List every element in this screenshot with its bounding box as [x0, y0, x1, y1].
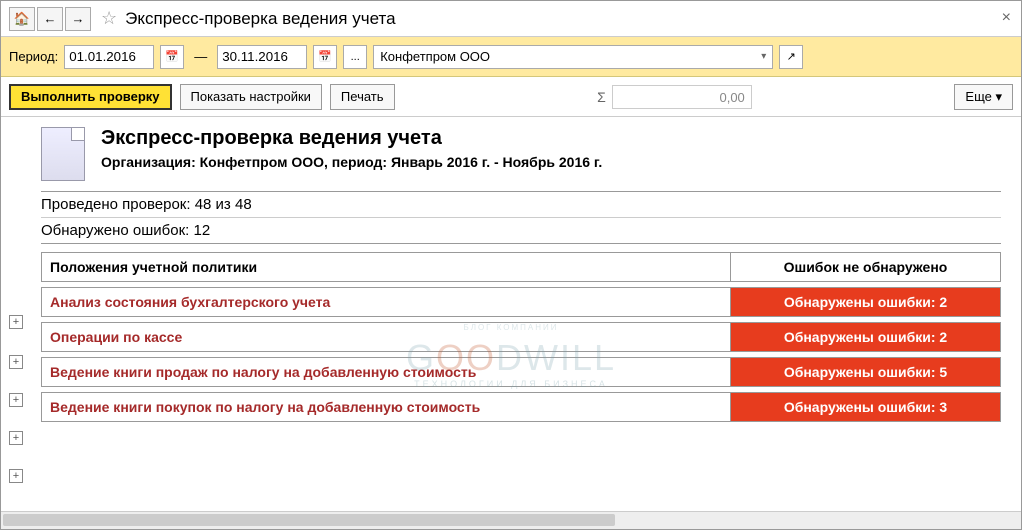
- back-button[interactable]: ←: [37, 7, 63, 31]
- errors-found-text: Обнаружено ошибок: 12: [41, 217, 1001, 243]
- close-button[interactable]: ×: [1002, 9, 1011, 27]
- date-to-input[interactable]: [217, 45, 307, 69]
- section-link[interactable]: Ведение книги покупок по налогу на добав…: [50, 399, 480, 415]
- col-section-header: Положения учетной политики: [42, 253, 731, 282]
- expand-row-3[interactable]: +: [9, 431, 23, 445]
- sum-box: Σ 0,00: [597, 85, 752, 109]
- more-button[interactable]: Еще ▾: [954, 84, 1013, 110]
- sigma-icon: Σ: [597, 89, 606, 105]
- organization-value: Конфетпром ООО: [380, 49, 490, 64]
- date-from-input[interactable]: [64, 45, 154, 69]
- expand-row-1[interactable]: +: [9, 355, 23, 369]
- period-ellipsis-button[interactable]: ...: [343, 45, 367, 69]
- report-summary: Проведено проверок: 48 из 48 Обнаружено …: [41, 191, 1001, 244]
- scrollbar-thumb[interactable]: [3, 514, 615, 526]
- status-badge: Обнаружены ошибки: 2: [731, 323, 1001, 352]
- expand-row-4[interactable]: +: [9, 469, 23, 483]
- section-link[interactable]: Ведение книги продаж по налогу на добавл…: [50, 364, 476, 380]
- expand-row-0[interactable]: +: [9, 315, 23, 329]
- status-badge: Обнаружены ошибки: 5: [731, 358, 1001, 387]
- expand-column: + + + + +: [9, 315, 23, 483]
- print-button[interactable]: Печать: [330, 84, 395, 110]
- period-bar: Период: 📅 — 📅 ... Конфетпром ООО ▾ ↗: [1, 37, 1021, 77]
- status-badge: Обнаружены ошибки: 2: [731, 288, 1001, 317]
- report-icon: [41, 127, 85, 181]
- report-title: Экспресс-проверка ведения учета: [101, 127, 602, 150]
- home-button[interactable]: 🏠: [9, 7, 35, 31]
- organization-select[interactable]: Конфетпром ООО ▾: [373, 45, 773, 69]
- results-table: Положения учетной политики Ошибок не обн…: [41, 252, 1001, 422]
- table-row: Операции по кассе Обнаружены ошибки: 2: [42, 323, 1001, 352]
- table-row: Анализ состояния бухгалтерского учета Об…: [42, 288, 1001, 317]
- report-content: БЛОГ КОМПАНИИ GOODWILL ТЕХНОЛОГИИ ДЛЯ БИ…: [1, 117, 1021, 511]
- show-settings-button[interactable]: Показать настройки: [180, 84, 322, 110]
- dropdown-arrow-icon: ▾: [761, 51, 766, 62]
- org-open-button[interactable]: ↗: [779, 45, 803, 69]
- app-window: 🏠 ← → ☆ Экспресс-проверка ведения учета …: [0, 0, 1022, 530]
- date-from-picker-icon[interactable]: 📅: [160, 45, 184, 69]
- date-dash: —: [190, 49, 211, 64]
- sum-field[interactable]: 0,00: [612, 85, 752, 109]
- period-label: Период:: [9, 49, 58, 64]
- window-title: Экспресс-проверка ведения учета: [125, 9, 395, 29]
- expand-row-2[interactable]: +: [9, 393, 23, 407]
- horizontal-scrollbar[interactable]: [1, 511, 1021, 529]
- titlebar: 🏠 ← → ☆ Экспресс-проверка ведения учета …: [1, 1, 1021, 37]
- table-row: Ведение книги продаж по налогу на добавл…: [42, 358, 1001, 387]
- forward-button[interactable]: →: [65, 7, 91, 31]
- section-link[interactable]: Операции по кассе: [50, 329, 182, 345]
- run-check-button[interactable]: Выполнить проверку: [9, 84, 172, 110]
- col-status-header: Ошибок не обнаружено: [731, 253, 1001, 282]
- section-link[interactable]: Анализ состояния бухгалтерского учета: [50, 294, 330, 310]
- table-row: Ведение книги покупок по налогу на добав…: [42, 393, 1001, 422]
- report-subtitle: Организация: Конфетпром ООО, период: Янв…: [101, 154, 602, 170]
- toolbar: Выполнить проверку Показать настройки Пе…: [1, 77, 1021, 117]
- status-badge: Обнаружены ошибки: 3: [731, 393, 1001, 422]
- checks-done-text: Проведено проверок: 48 из 48: [41, 192, 1001, 217]
- date-to-picker-icon[interactable]: 📅: [313, 45, 337, 69]
- favorite-icon[interactable]: ☆: [101, 8, 117, 29]
